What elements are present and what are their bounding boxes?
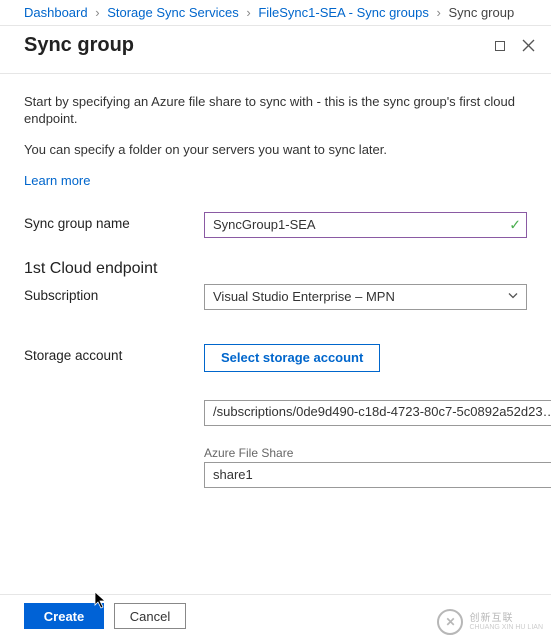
- breadcrumb-dashboard[interactable]: Dashboard: [24, 5, 88, 20]
- azure-file-share-select[interactable]: share1: [204, 462, 551, 488]
- breadcrumb-current: Sync group: [448, 5, 514, 20]
- azure-file-share-label: Azure File Share: [204, 446, 551, 460]
- sync-group-name-label: Sync group name: [24, 212, 204, 238]
- close-button[interactable]: [517, 35, 539, 57]
- page-title: Sync group: [24, 34, 483, 57]
- intro-text-2: You can specify a folder on your servers…: [24, 142, 527, 159]
- breadcrumb: Dashboard › Storage Sync Services › File…: [0, 0, 551, 26]
- subscription-label: Subscription: [24, 284, 204, 310]
- storage-account-value[interactable]: /subscriptions/0de9d490-c18d-4723-80c7-5…: [204, 400, 551, 426]
- breadcrumb-storage-sync-services[interactable]: Storage Sync Services: [107, 5, 239, 20]
- storage-account-label: Storage account: [24, 344, 204, 488]
- subscription-select[interactable]: Visual Studio Enterprise – MPN: [204, 284, 527, 310]
- blade-footer: Create Cancel: [0, 594, 551, 639]
- chevron-right-icon: ›: [95, 5, 99, 20]
- intro-text-1: Start by specifying an Azure file share …: [24, 94, 527, 128]
- blade-header: Sync group: [0, 26, 551, 74]
- select-storage-account-button[interactable]: Select storage account: [204, 344, 380, 372]
- create-button[interactable]: Create: [24, 603, 104, 629]
- chevron-right-icon: ›: [246, 5, 250, 20]
- cancel-button[interactable]: Cancel: [114, 603, 186, 629]
- cloud-endpoint-heading: 1st Cloud endpoint: [24, 260, 527, 278]
- chevron-right-icon: ›: [436, 5, 440, 20]
- restore-window-button[interactable]: [489, 35, 511, 57]
- sync-group-name-input[interactable]: [204, 212, 527, 238]
- breadcrumb-filesync1[interactable]: FileSync1-SEA - Sync groups: [258, 5, 429, 20]
- learn-more-link[interactable]: Learn more: [24, 173, 90, 188]
- blade-body: Start by specifying an Azure file share …: [0, 74, 551, 488]
